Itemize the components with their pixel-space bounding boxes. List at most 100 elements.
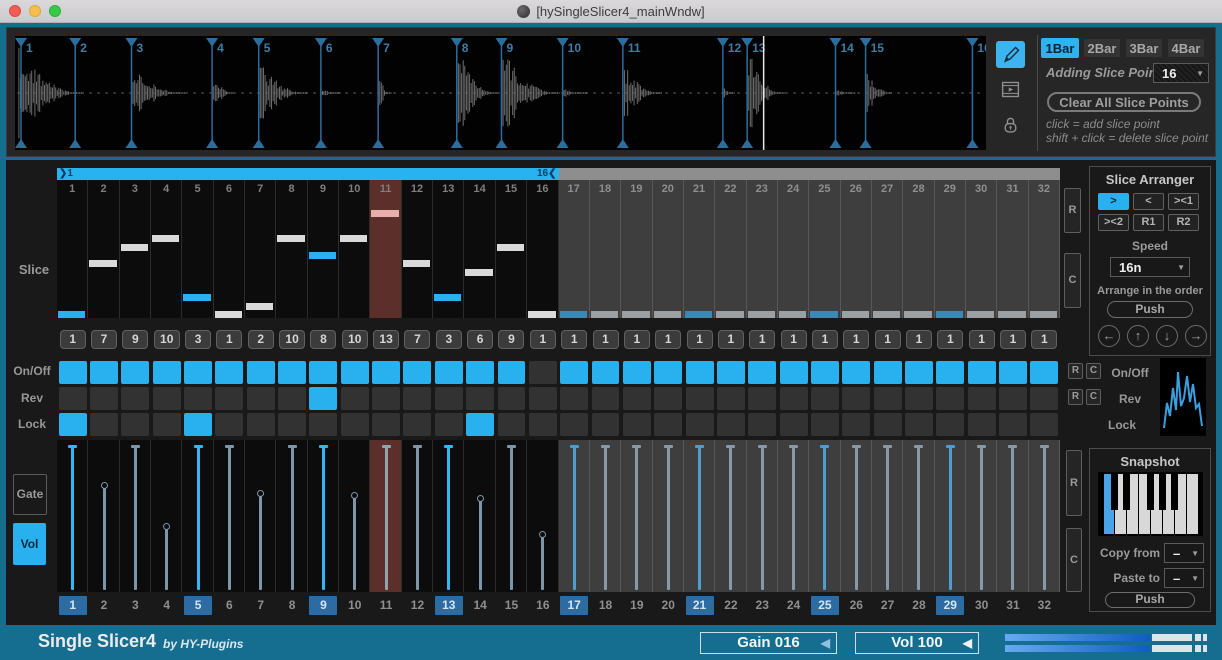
lock-cell-16[interactable]	[529, 413, 557, 436]
lock-cell-4[interactable]	[153, 413, 181, 436]
vol-slider[interactable]	[573, 446, 576, 590]
slice-value-button[interactable]: 1	[812, 330, 838, 349]
slice-value-button[interactable]: 1	[687, 330, 713, 349]
onoff-cell-6[interactable]	[215, 361, 243, 384]
slice-column-18[interactable]: 18	[590, 180, 621, 318]
vol-column-22[interactable]	[715, 440, 746, 592]
gate-mode-button[interactable]: Gate	[13, 474, 47, 515]
onoff-cell-14[interactable]	[466, 361, 494, 384]
lock-cell-26[interactable]	[842, 413, 870, 436]
piano-black-key[interactable]	[1171, 474, 1178, 510]
pencil-tool-button[interactable]	[996, 41, 1025, 68]
vol-column-12[interactable]	[402, 440, 433, 592]
onoff-cell-16[interactable]	[529, 361, 557, 384]
arranger-mode-><2[interactable]: ><2	[1098, 214, 1129, 231]
slice-value-button[interactable]: 1	[718, 330, 744, 349]
lock-cell-7[interactable]	[247, 413, 275, 436]
preview-tool-button[interactable]	[996, 76, 1025, 103]
slice-column-28[interactable]: 28	[903, 180, 934, 318]
range-inactive-segment[interactable]	[559, 168, 1061, 180]
vol-slider-handle[interactable]	[477, 495, 484, 502]
vol-column-29[interactable]	[935, 440, 966, 592]
lock-cell-28[interactable]	[905, 413, 933, 436]
arrow-up-button[interactable]: ↑	[1127, 325, 1149, 347]
slice-value-button[interactable]: 1	[781, 330, 807, 349]
slice-column-19[interactable]: 19	[621, 180, 652, 318]
slice-value-button[interactable]: 1	[1031, 330, 1057, 349]
onoff-cell-25[interactable]	[811, 361, 839, 384]
lock-cell-24[interactable]	[780, 413, 808, 436]
slice-value-button[interactable]: 1	[655, 330, 681, 349]
vol-slider[interactable]	[510, 446, 513, 590]
slice-column-23[interactable]: 23	[747, 180, 778, 318]
slice-column-2[interactable]: 2	[88, 180, 119, 318]
onoff-cell-7[interactable]	[247, 361, 275, 384]
lock-cell-20[interactable]	[654, 413, 682, 436]
lock-cell-22[interactable]	[717, 413, 745, 436]
lock-cell-23[interactable]	[748, 413, 776, 436]
slice-column-6[interactable]: 6	[214, 180, 245, 318]
vol-column-3[interactable]	[120, 440, 151, 592]
onoff-cell-28[interactable]	[905, 361, 933, 384]
vol-column-7[interactable]	[245, 440, 276, 592]
rev-cell-25[interactable]	[811, 387, 839, 410]
slice-column-9[interactable]: 9	[308, 180, 339, 318]
lock-cell-25[interactable]	[811, 413, 839, 436]
slice-value-button[interactable]: 2	[248, 330, 274, 349]
vol-slider[interactable]	[886, 446, 889, 590]
vol-column-17[interactable]	[559, 440, 590, 592]
vol-slider[interactable]	[447, 446, 450, 590]
arranger-mode-R2[interactable]: R2	[1168, 214, 1199, 231]
rev-cell-24[interactable]	[780, 387, 808, 410]
slice-value-button[interactable]: 9	[498, 330, 524, 349]
onoff-randomize-button[interactable]: R	[1068, 363, 1083, 379]
onoff-cell-3[interactable]	[121, 361, 149, 384]
onoff-cell-1[interactable]	[59, 361, 87, 384]
onoff-cell-17[interactable]	[560, 361, 588, 384]
gain-decrement-icon[interactable]: ◀	[821, 636, 830, 650]
rev-cell-19[interactable]	[623, 387, 651, 410]
rev-cell-31[interactable]	[999, 387, 1027, 410]
slice-value-button[interactable]: 1	[969, 330, 995, 349]
vol-column-15[interactable]	[496, 440, 527, 592]
lock-cell-29[interactable]	[936, 413, 964, 436]
rev-cell-7[interactable]	[247, 387, 275, 410]
rev-clear-button[interactable]: C	[1086, 389, 1101, 405]
slice-column-8[interactable]: 8	[276, 180, 307, 318]
rev-cell-17[interactable]	[560, 387, 588, 410]
vol-clear-button[interactable]: C	[1066, 528, 1082, 592]
rev-cell-13[interactable]	[435, 387, 463, 410]
slice-column-15[interactable]: 15	[496, 180, 527, 318]
slice-value-button[interactable]: 10	[279, 330, 305, 349]
vol-slider[interactable]	[479, 499, 482, 590]
rev-cell-2[interactable]	[90, 387, 118, 410]
vol-slider[interactable]	[228, 446, 231, 590]
vol-slider[interactable]	[385, 446, 388, 590]
vol-slider[interactable]	[259, 494, 262, 590]
arranger-mode-R1[interactable]: R1	[1133, 214, 1164, 231]
lock-cell-9[interactable]	[309, 413, 337, 436]
rev-cell-28[interactable]	[905, 387, 933, 410]
volume-decrement-icon[interactable]: ◀	[963, 636, 972, 650]
slice-value-button[interactable]: 1	[875, 330, 901, 349]
vol-column-5[interactable]	[182, 440, 213, 592]
rev-cell-21[interactable]	[686, 387, 714, 410]
vol-slider-handle[interactable]	[351, 492, 358, 499]
piano-white-key-8[interactable]	[1187, 474, 1198, 534]
vol-mode-button[interactable]: Vol	[13, 523, 46, 565]
rev-cell-5[interactable]	[184, 387, 212, 410]
lock-cell-18[interactable]	[592, 413, 620, 436]
vol-column-2[interactable]	[88, 440, 119, 592]
slice-value-button[interactable]: 1	[593, 330, 619, 349]
slice-column-17[interactable]: 17	[559, 180, 590, 318]
arrow-down-button[interactable]: ↓	[1156, 325, 1178, 347]
lock-cell-15[interactable]	[498, 413, 526, 436]
lock-cell-32[interactable]	[1030, 413, 1058, 436]
vol-slider[interactable]	[197, 446, 200, 590]
vol-slider[interactable]	[541, 535, 544, 590]
vol-slider[interactable]	[103, 486, 106, 590]
slice-clear-button[interactable]: C	[1064, 253, 1081, 308]
lock-cell-11[interactable]	[372, 413, 400, 436]
vol-slider[interactable]	[667, 446, 670, 590]
copy-from-dropdown[interactable]: – ▼	[1164, 543, 1204, 563]
